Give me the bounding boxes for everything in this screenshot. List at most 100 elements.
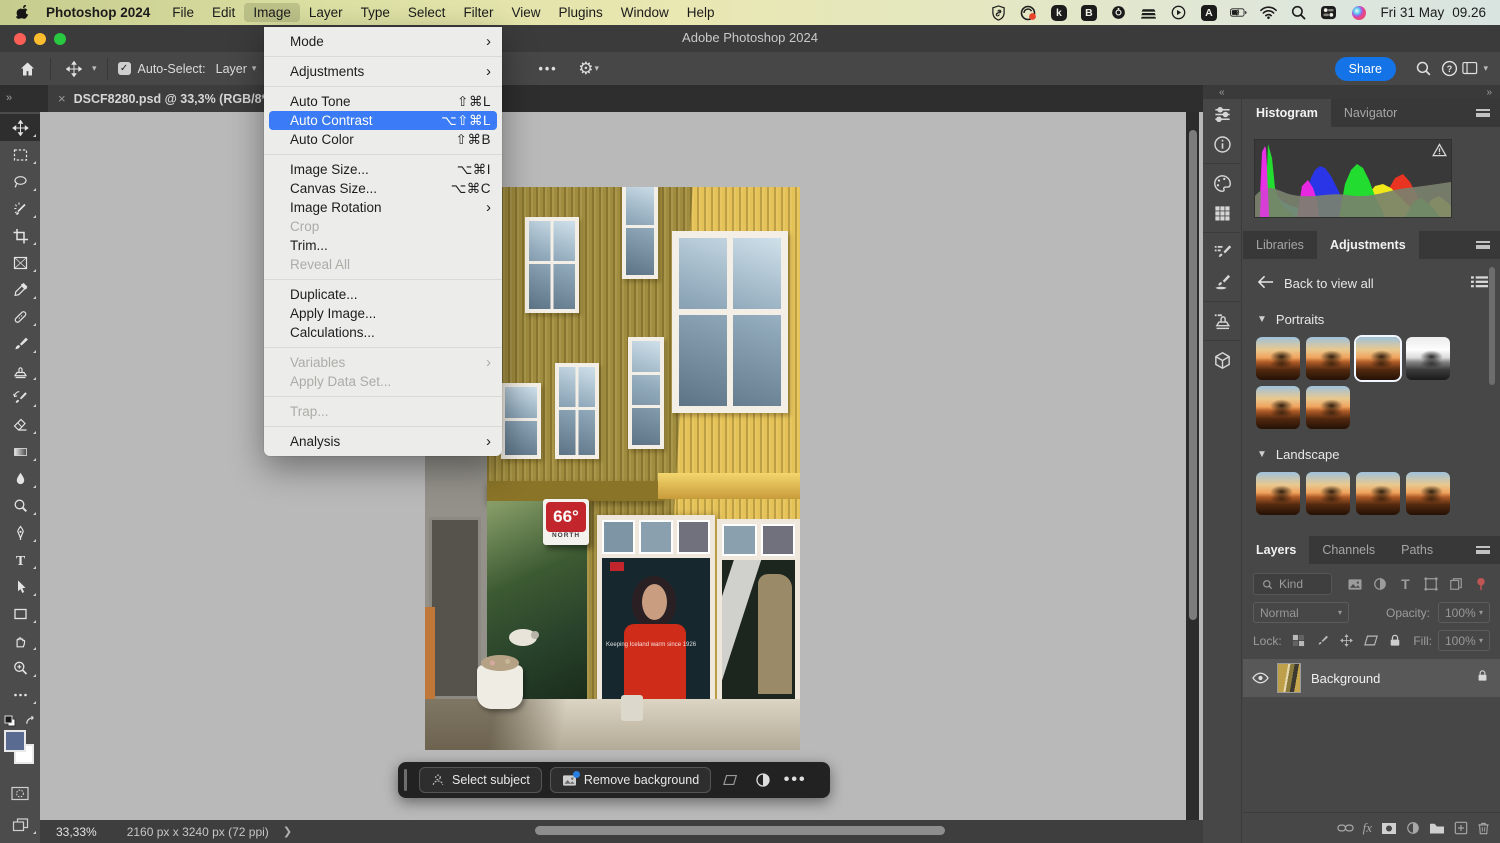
filter-pixel-layers-icon[interactable] — [1346, 574, 1364, 594]
preset-thumbnail-landscape-3[interactable] — [1356, 472, 1400, 515]
clone-stamp-tool[interactable] — [0, 357, 40, 384]
menubar-item-window[interactable]: Window — [612, 3, 678, 22]
control-center-icon[interactable] — [1320, 4, 1337, 21]
opacity-select[interactable]: 100%▾ — [1438, 602, 1490, 623]
menu-item-apply-image[interactable]: Apply Image... — [264, 304, 502, 323]
hand-tool[interactable] — [0, 627, 40, 654]
preset-thumbnail-landscape-4[interactable] — [1406, 472, 1450, 515]
search-icon[interactable] — [1410, 57, 1436, 81]
preset-thumbnail-portraits-2[interactable] — [1306, 337, 1350, 380]
canvas-horizontal-scrollbar[interactable] — [535, 826, 945, 835]
auto-select-value[interactable]: Layer — [216, 62, 247, 76]
panel-rail-swatches-icon[interactable] — [1203, 198, 1242, 228]
frame-tool[interactable] — [0, 249, 40, 276]
menu-item-duplicate[interactable]: Duplicate... — [264, 285, 502, 304]
back-arrow-icon[interactable] — [1257, 275, 1274, 292]
options-more-icon[interactable]: ••• — [538, 62, 557, 76]
battery-icon[interactable] — [1230, 4, 1247, 21]
menu-item-trim[interactable]: Trim... — [264, 236, 502, 255]
marquee-tool[interactable] — [0, 141, 40, 168]
new-layer-icon[interactable] — [1454, 821, 1468, 835]
eyedropper-tool[interactable] — [0, 276, 40, 303]
record-icon[interactable] — [1110, 4, 1127, 21]
remove-background-button[interactable]: Remove background — [550, 767, 711, 793]
menubar-item-view[interactable]: View — [502, 3, 549, 22]
lock-all-icon[interactable] — [1384, 631, 1406, 651]
menu-item-calculations[interactable]: Calculations... — [264, 323, 502, 342]
stack-icon[interactable] — [1140, 4, 1157, 21]
layer-lock-icon[interactable] — [1477, 669, 1488, 687]
preset-thumbnail-portraits-5[interactable] — [1256, 386, 1300, 429]
more-options-icon[interactable]: ••• — [783, 771, 807, 789]
menubar-item-edit[interactable]: Edit — [203, 3, 244, 22]
close-tab-icon[interactable]: × — [58, 91, 66, 106]
menu-item-image-rotation[interactable]: Image Rotation› — [264, 198, 502, 217]
preset-thumbnail-landscape-2[interactable] — [1306, 472, 1350, 515]
zoom-level[interactable]: 33,33% — [56, 825, 97, 839]
panel-rail-info-icon[interactable] — [1203, 129, 1242, 159]
menubar-item-help[interactable]: Help — [678, 3, 724, 22]
menu-item-analysis[interactable]: Analysis› — [264, 432, 502, 451]
edit-toolbar[interactable] — [0, 681, 40, 708]
alfred-icon[interactable]: A — [1200, 4, 1217, 21]
layer-effects-icon[interactable]: fx — [1363, 820, 1372, 836]
window-titlebar[interactable]: Adobe Photoshop 2024 — [0, 25, 1500, 52]
lock-transparency-icon[interactable] — [1288, 631, 1310, 651]
move-tool[interactable] — [0, 114, 40, 141]
pen-tool[interactable] — [0, 519, 40, 546]
panel-rail-brushes-icon[interactable] — [1203, 267, 1242, 297]
home-icon[interactable] — [14, 57, 40, 81]
add-layer-mask-icon[interactable] — [1381, 822, 1397, 835]
menubar-item-select[interactable]: Select — [399, 3, 455, 22]
gradient-tool[interactable] — [0, 438, 40, 465]
menubar-item-type[interactable]: Type — [352, 3, 399, 22]
layer-row-background[interactable]: Background — [1243, 659, 1500, 697]
menu-item-canvas-size[interactable]: Canvas Size...⌥⌘C — [264, 179, 502, 198]
tab-libraries[interactable]: Libraries — [1243, 231, 1317, 259]
filter-adjustment-layers-icon[interactable] — [1371, 574, 1389, 594]
collapse-panels-icon[interactable]: « — [1219, 87, 1225, 98]
tab-adjustments[interactable]: Adjustments — [1317, 231, 1419, 259]
adjustments-scrollbar[interactable] — [1489, 267, 1495, 385]
apple-menu-icon[interactable] — [14, 4, 31, 21]
lock-position-icon[interactable] — [1336, 631, 1358, 651]
zoom-tool[interactable] — [0, 654, 40, 681]
layer-visibility-eye-icon[interactable] — [1243, 672, 1277, 684]
layer-filter-kind[interactable]: Kind — [1253, 573, 1332, 595]
menubar-item-plugins[interactable]: Plugins — [549, 3, 611, 22]
menu-item-auto-color[interactable]: Auto Color⇧⌘B — [264, 130, 502, 149]
layer-thumbnail[interactable] — [1277, 663, 1301, 693]
list-view-icon[interactable] — [1471, 275, 1488, 292]
transform-icon[interactable] — [719, 773, 743, 787]
dodge-tool[interactable] — [0, 492, 40, 519]
new-group-icon[interactable] — [1429, 822, 1445, 835]
bitwarden-icon[interactable]: B — [1080, 4, 1097, 21]
lasso-tool[interactable] — [0, 168, 40, 195]
filter-toggle-pin-icon[interactable] — [1472, 574, 1490, 594]
play-icon[interactable] — [1170, 4, 1187, 21]
lock-artboard-icon[interactable] — [1360, 631, 1382, 651]
blur-tool[interactable] — [0, 465, 40, 492]
workspace-settings-gear-icon[interactable]: ⚙▾ — [576, 57, 602, 81]
tab-histogram[interactable]: Histogram — [1243, 99, 1331, 127]
eraser-tool[interactable] — [0, 411, 40, 438]
preset-thumbnail-portraits-4[interactable] — [1406, 337, 1450, 380]
new-adjustment-layer-icon[interactable] — [1406, 821, 1420, 835]
menubar-app-name[interactable]: Photoshop 2024 — [37, 3, 159, 22]
help-icon[interactable]: ? — [1436, 57, 1462, 81]
menubar-clock[interactable]: Fri 31 May 09.26 — [1380, 5, 1486, 20]
link-shield-icon[interactable] — [990, 4, 1007, 21]
menubar-item-image[interactable]: Image — [244, 3, 300, 22]
auto-select-chevron-icon[interactable]: ▾ — [252, 63, 257, 74]
tab-layers[interactable]: Layers — [1243, 536, 1309, 564]
crop-tool[interactable] — [0, 222, 40, 249]
preset-thumbnail-portraits-1[interactable] — [1256, 337, 1300, 380]
panel-rail-properties-icon[interactable] — [1203, 99, 1242, 129]
tab-navigator[interactable]: Navigator — [1331, 99, 1411, 127]
delete-layer-icon[interactable] — [1477, 821, 1490, 835]
blend-mode-select[interactable]: Normal▾ — [1253, 602, 1349, 623]
section-header-portraits[interactable]: ▼Portraits — [1243, 298, 1500, 335]
panel-rail-clone-source-icon[interactable] — [1203, 306, 1242, 336]
preset-thumbnail-portraits-3[interactable] — [1356, 337, 1400, 380]
lock-pixels-icon[interactable] — [1312, 631, 1334, 651]
